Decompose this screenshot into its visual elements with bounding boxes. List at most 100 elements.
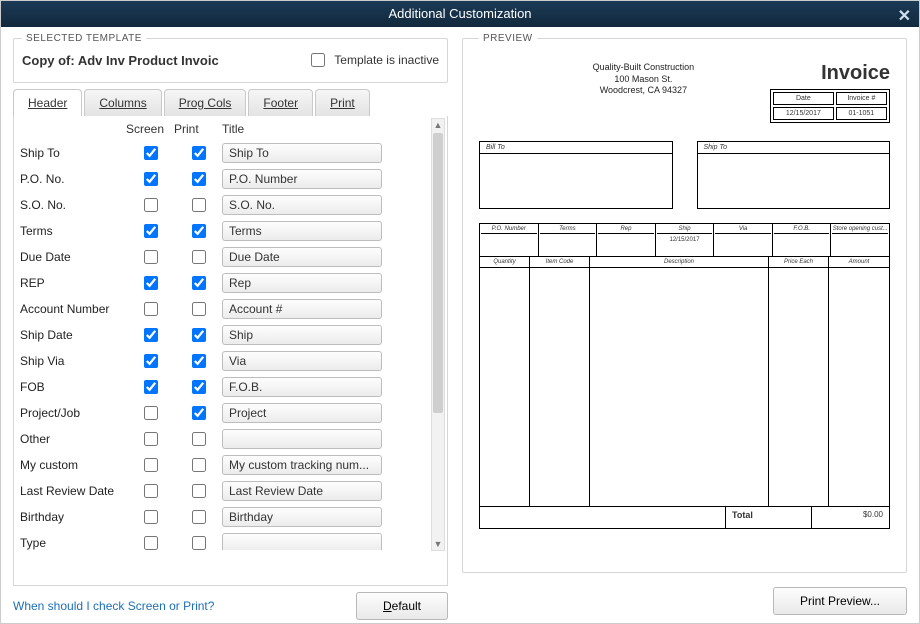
field-row: Terms: [14, 218, 437, 244]
print-checkbox[interactable]: [192, 276, 206, 290]
print-checkbox[interactable]: [192, 328, 206, 342]
title-input[interactable]: [222, 247, 382, 267]
screen-checkbox[interactable]: [144, 276, 158, 290]
screen-checkbox[interactable]: [144, 380, 158, 394]
field-row: Last Review Date: [14, 478, 437, 504]
print-checkbox[interactable]: [192, 484, 206, 498]
screen-checkbox[interactable]: [144, 198, 158, 212]
title-input[interactable]: [222, 351, 382, 371]
title-input[interactable]: [222, 377, 382, 397]
field-row: Birthday: [14, 504, 437, 530]
tab-footer[interactable]: Footer: [248, 89, 313, 116]
tab-print[interactable]: Print: [315, 89, 370, 116]
column-headers: Screen Print Title: [14, 116, 447, 140]
title-input[interactable]: [222, 325, 382, 345]
screen-checkbox[interactable]: [144, 328, 158, 342]
preview-date-table: DateInvoice # 12/15/201701-1051: [770, 89, 890, 123]
print-checkbox[interactable]: [192, 250, 206, 264]
preview-date-hdr: Date: [773, 92, 834, 105]
screen-checkbox[interactable]: [144, 224, 158, 238]
screen-checkbox[interactable]: [144, 484, 158, 498]
field-row: My custom: [14, 452, 437, 478]
close-icon[interactable]: ✕: [898, 4, 911, 30]
print-checkbox[interactable]: [192, 510, 206, 524]
title-input[interactable]: [222, 455, 382, 475]
preview-total-row: Total $0.00: [479, 507, 890, 529]
print-checkbox[interactable]: [192, 536, 206, 550]
screen-checkbox[interactable]: [144, 536, 158, 550]
scroll-thumb[interactable]: [433, 133, 443, 413]
preview-company: Quality-Built Construction 100 Mason St.…: [520, 62, 767, 123]
field-label: S.O. No.: [20, 198, 126, 212]
preview-bill-to-label: Bill To: [480, 142, 672, 154]
print-checkbox[interactable]: [192, 172, 206, 186]
titlebar: Additional Customization ✕: [1, 1, 919, 27]
title-input[interactable]: [222, 507, 382, 527]
print-preview-button[interactable]: Print Preview...: [773, 587, 907, 615]
title-input[interactable]: [222, 429, 382, 449]
print-checkbox[interactable]: [192, 458, 206, 472]
field-row: Due Date: [14, 244, 437, 270]
field-label: P.O. No.: [20, 172, 126, 186]
template-name: Copy of: Adv Inv Product Invoic: [22, 53, 219, 68]
field-label: Last Review Date: [20, 484, 126, 498]
col-title: Title: [222, 122, 262, 136]
title-input[interactable]: [222, 403, 382, 423]
print-checkbox[interactable]: [192, 302, 206, 316]
preview-info-cell: F.O.B.: [773, 224, 832, 256]
print-checkbox[interactable]: [192, 224, 206, 238]
title-input[interactable]: [222, 195, 382, 215]
field-label: REP: [20, 276, 126, 290]
screen-checkbox[interactable]: [144, 302, 158, 316]
preview-info-cell: Ship12/15/2017: [656, 224, 715, 256]
title-input[interactable]: [222, 221, 382, 241]
screen-checkbox[interactable]: [144, 406, 158, 420]
field-row: Other: [14, 426, 437, 452]
preview-invnum-hdr: Invoice #: [836, 92, 887, 105]
default-button[interactable]: Default: [356, 592, 448, 620]
template-inactive-checkbox[interactable]: [311, 53, 325, 67]
preview-info-cell: Terms: [539, 224, 598, 256]
screen-checkbox[interactable]: [144, 510, 158, 524]
print-checkbox[interactable]: [192, 198, 206, 212]
fields-grid: Ship ToP.O. No.S.O. No.TermsDue DateREPA…: [14, 140, 447, 550]
print-checkbox[interactable]: [192, 406, 206, 420]
help-link[interactable]: When should I check Screen or Print?: [13, 599, 214, 613]
title-input[interactable]: [222, 533, 382, 550]
window-title: Additional Customization: [388, 6, 531, 21]
preview-doc-title: Invoice: [767, 62, 890, 85]
screen-checkbox[interactable]: [144, 458, 158, 472]
screen-checkbox[interactable]: [144, 432, 158, 446]
field-label: Terms: [20, 224, 126, 238]
field-row: Project/Job: [14, 400, 437, 426]
title-input[interactable]: [222, 273, 382, 293]
title-input[interactable]: [222, 169, 382, 189]
scroll-up-icon[interactable]: ▲: [432, 119, 444, 131]
scrollbar[interactable]: ▲ ▼: [431, 118, 445, 551]
title-input[interactable]: [222, 481, 382, 501]
template-inactive-toggle[interactable]: Template is inactive: [307, 50, 439, 70]
tab-prog-cols[interactable]: Prog Cols: [164, 89, 247, 116]
scroll-down-icon[interactable]: ▼: [432, 538, 444, 550]
tab-header[interactable]: Header: [13, 89, 82, 116]
field-label: Project/Job: [20, 406, 126, 420]
print-checkbox[interactable]: [192, 432, 206, 446]
field-label: Ship To: [20, 146, 126, 160]
preview-item-col: Price Each: [769, 257, 829, 506]
screen-checkbox[interactable]: [144, 250, 158, 264]
title-input[interactable]: [222, 143, 382, 163]
print-checkbox[interactable]: [192, 354, 206, 368]
preview-items-table: QuantityItem CodeDescriptionPrice EachAm…: [479, 257, 890, 507]
field-row: Type: [14, 530, 437, 550]
screen-checkbox[interactable]: [144, 172, 158, 186]
title-input[interactable]: [222, 299, 382, 319]
field-label: Type: [20, 536, 126, 550]
preview-company-addr2: Woodcrest, CA 94327: [520, 85, 767, 97]
preview-company-addr1: 100 Mason St.: [520, 74, 767, 86]
preview-legend: PREVIEW: [479, 33, 537, 44]
tab-columns[interactable]: Columns: [84, 89, 161, 116]
print-checkbox[interactable]: [192, 380, 206, 394]
screen-checkbox[interactable]: [144, 354, 158, 368]
screen-checkbox[interactable]: [144, 146, 158, 160]
print-checkbox[interactable]: [192, 146, 206, 160]
